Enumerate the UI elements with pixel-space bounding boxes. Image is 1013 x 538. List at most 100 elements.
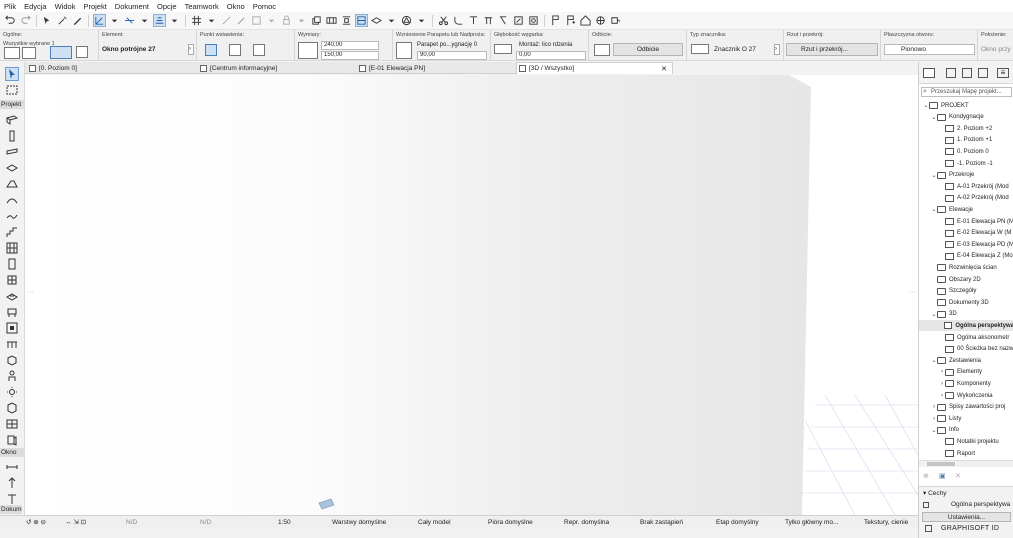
tree-item[interactable]: A-01 Przekrój (Mod xyxy=(919,181,1013,192)
layout-book-icon[interactable] xyxy=(962,68,972,78)
tree-item[interactable]: ⌄ PROJEKT xyxy=(919,100,1013,111)
skylight-tool-icon[interactable] xyxy=(6,290,18,302)
tree-item[interactable]: 0. Poziom 0 xyxy=(919,146,1013,157)
favorites-icon[interactable] xyxy=(22,47,36,59)
scrollbar-thumb[interactable] xyxy=(927,462,955,466)
tree-item[interactable]: Obszary 2D xyxy=(919,274,1013,285)
tree-item[interactable]: Ogólna perspektywa xyxy=(919,320,1013,332)
toolbox-okno-header[interactable]: Okno xyxy=(0,448,25,457)
tree-item[interactable]: Szczegóły xyxy=(919,286,1013,297)
partial-structure[interactable]: Repr. domyślna xyxy=(564,516,609,528)
morph-icon[interactable] xyxy=(610,15,621,26)
dropdown-icon[interactable] xyxy=(416,15,427,26)
project-map-icon[interactable] xyxy=(923,68,935,78)
tree-item[interactable]: 1. Poziom +1 xyxy=(919,135,1013,146)
tree-item[interactable]: › Elementy xyxy=(919,367,1013,378)
layer-combination-icon[interactable] xyxy=(371,15,382,26)
menu-edycja[interactable]: Edycja xyxy=(20,2,51,11)
menu-widok[interactable]: Widok xyxy=(51,2,80,11)
3d-view-icon[interactable] xyxy=(401,15,412,26)
anchor-corner-icon[interactable] xyxy=(253,44,265,56)
offset-icon[interactable] xyxy=(468,15,479,26)
montaz-reference[interactable]: Montaż: lico rdzenia xyxy=(519,42,572,48)
pen-set[interactable]: Pióra domyślne xyxy=(488,516,533,528)
floor-plan-section-button[interactable]: Rzut i przekrój... xyxy=(786,43,878,56)
angle-value[interactable]: N/D xyxy=(200,516,211,528)
menu-projekt[interactable]: Projekt xyxy=(79,2,110,11)
door-tool-icon[interactable] xyxy=(6,258,18,270)
scale-value[interactable]: 1:50 xyxy=(278,516,291,528)
toolbox-projekt-header[interactable]: Projekt xyxy=(0,100,25,109)
cechy-header[interactable]: ▾ Cechy xyxy=(923,489,947,497)
group-icon[interactable] xyxy=(251,15,262,26)
dropdown-icon[interactable] xyxy=(169,15,180,26)
selection-tool-icon[interactable] xyxy=(42,15,53,26)
stretch-icon[interactable] xyxy=(483,15,494,26)
zone-tool-icon[interactable] xyxy=(6,322,18,334)
polozenie-value[interactable]: Okno przy xyxy=(981,46,1011,53)
magic-wand-icon[interactable] xyxy=(236,15,247,26)
tree-item[interactable]: Ogólna aksonometr xyxy=(919,332,1013,343)
element-arrow[interactable]: › xyxy=(188,44,194,55)
graphisoft-id-label[interactable]: GRAPHISOFT ID xyxy=(941,525,999,532)
curtain-wall-tool-icon[interactable] xyxy=(6,242,18,254)
structural-function[interactable]: Tylko główny mo... xyxy=(785,516,838,528)
new-view-icon[interactable]: ⊕ xyxy=(923,472,929,480)
settings-icon[interactable]: ▣ xyxy=(939,472,946,480)
arrow-tool-icon[interactable] xyxy=(5,67,19,81)
tree-item[interactable]: Notatki projektu xyxy=(919,436,1013,447)
flag-icon[interactable] xyxy=(550,15,561,26)
guide-lines-icon[interactable] xyxy=(93,14,106,27)
sill-height-field[interactable]: 90,00 xyxy=(417,51,487,60)
menu-dokument[interactable]: Dokument xyxy=(111,2,153,11)
tab-3d[interactable]: [3D / Wszystko] ✕ xyxy=(516,62,673,74)
selection-mode-icon[interactable] xyxy=(4,47,20,59)
settings-dialog-icon[interactable] xyxy=(76,46,88,58)
tab-floor-plan[interactable]: [0. Poziom 0] xyxy=(27,62,197,74)
object-tool-icon[interactable] xyxy=(6,306,18,318)
renovation-filter[interactable]: Etap domyślny xyxy=(716,516,759,528)
tree-item[interactable]: E-04 Elewacja Z (Mo xyxy=(919,251,1013,262)
width-field[interactable]: 240,00 xyxy=(321,41,379,50)
parapet-reference[interactable]: Parapet po...ygnację 0 xyxy=(417,42,477,48)
book-tool-icon[interactable] xyxy=(6,434,18,446)
lamp-tool-icon[interactable] xyxy=(6,386,18,398)
right-splitter-handle[interactable]: ⋮ xyxy=(909,289,916,295)
pick-up-icon[interactable] xyxy=(57,15,68,26)
ustawienia-button[interactable]: Ustawienia... xyxy=(922,512,1011,522)
dropdown-icon[interactable] xyxy=(139,15,150,26)
home-icon[interactable] xyxy=(580,15,591,26)
library-tool-icon[interactable] xyxy=(6,418,18,430)
model-view-option[interactable]: Cały model xyxy=(418,516,451,528)
anchor-center-icon[interactable] xyxy=(205,44,217,56)
dropdown-icon[interactable] xyxy=(266,15,277,26)
top-splitter-handle[interactable]: · · · · xyxy=(465,75,478,80)
tree-item[interactable]: ⌄ 3D xyxy=(919,309,1013,320)
tree-item[interactable]: Dokumenty 3D xyxy=(919,297,1013,308)
tree-item[interactable]: › Listy xyxy=(919,413,1013,424)
fillet-icon[interactable] xyxy=(453,15,464,26)
tree-item[interactable]: 00 Ścieżka bez nazw xyxy=(919,344,1013,355)
wall-tool-icon[interactable] xyxy=(6,114,18,126)
view-map-icon[interactable] xyxy=(946,68,956,78)
tree-item[interactable]: › Komponenty xyxy=(919,378,1013,389)
reveal-icon[interactable] xyxy=(494,44,512,54)
undo-view-icon[interactable]: ↺ xyxy=(26,518,31,526)
align-icon[interactable] xyxy=(326,15,337,26)
dimension-tool-icon[interactable] xyxy=(6,461,18,473)
tree-item[interactable]: ⌄ Info xyxy=(919,425,1013,436)
window-tool-icon[interactable] xyxy=(50,46,72,59)
anchor-side-icon[interactable] xyxy=(229,44,241,56)
fit-window-icon[interactable]: ⊡ xyxy=(81,518,86,526)
menu-okno[interactable]: Okno xyxy=(223,2,249,11)
tree-item[interactable]: -1. Poziom -1 xyxy=(919,158,1013,169)
tree-item[interactable]: E-01 Elewacja PN (M xyxy=(919,216,1013,227)
fit-icons[interactable]: ↔ ⇲ ⊡ xyxy=(65,516,86,528)
grid-icon[interactable] xyxy=(191,15,202,26)
edit-plane-icon[interactable] xyxy=(221,15,232,26)
distribute-icon[interactable] xyxy=(341,15,352,26)
tree-item[interactable]: › Spisy zawartości proj xyxy=(919,402,1013,413)
odbicie-button[interactable]: Odbicie xyxy=(613,43,683,56)
cut-icon[interactable] xyxy=(438,15,449,26)
menu-opcje[interactable]: Opcje xyxy=(153,2,181,11)
